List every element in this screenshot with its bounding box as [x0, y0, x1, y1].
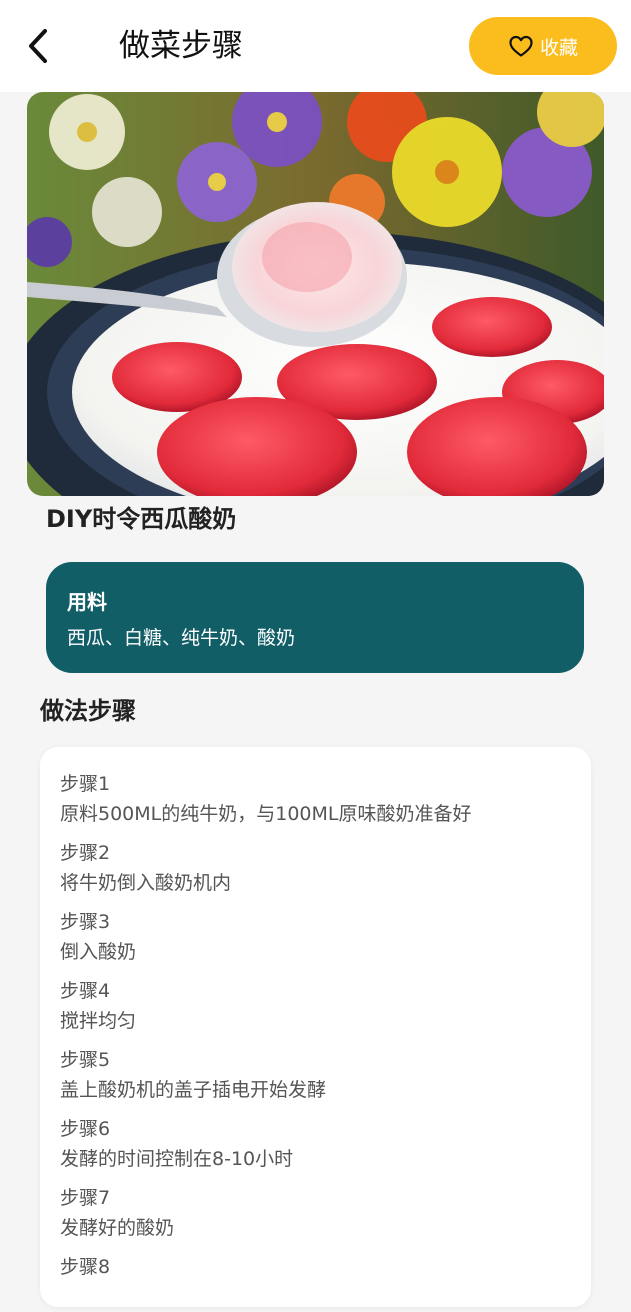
step-item: 步骤3 倒入酸奶: [60, 907, 580, 967]
favorite-label: 收藏: [539, 36, 578, 59]
step-label: 步骤2: [60, 842, 111, 864]
step-label: 步骤5: [60, 1049, 111, 1071]
steps-heading: 做法步骤: [40, 697, 136, 725]
step-text: 搅拌均匀: [60, 1010, 137, 1032]
back-button[interactable]: [18, 26, 58, 66]
step-text: 倒入酸奶: [60, 941, 137, 963]
step-label: 步骤8: [60, 1256, 111, 1278]
step-label: 步骤6: [60, 1118, 111, 1140]
heart-icon: [509, 35, 533, 57]
page-title: 做菜步骤: [119, 28, 243, 64]
step-text: 发酵的时间控制在8-10小时: [60, 1148, 294, 1170]
step-label: 步骤7: [60, 1187, 111, 1209]
recipe-photo: [27, 92, 604, 496]
step-text: 将牛奶倒入酸奶机内: [60, 872, 232, 894]
step-text: 盖上酸奶机的盖子插电开始发酵: [60, 1079, 327, 1101]
step-item: 步骤4 搅拌均匀: [60, 976, 580, 1036]
favorite-button[interactable]: 收藏: [469, 17, 617, 75]
step-label: 步骤4: [60, 980, 111, 1002]
step-item: 步骤8: [60, 1252, 580, 1312]
step-text: 原料500ML的纯牛奶，与100ML原味酸奶准备好: [60, 803, 472, 825]
ingredients-list: 西瓜、白糖、纯牛奶、酸奶: [67, 627, 296, 649]
step-label: 步骤3: [60, 911, 111, 933]
ingredients-card: 用料 西瓜、白糖、纯牛奶、酸奶: [46, 562, 584, 673]
dish-name: DIY时令西瓜酸奶: [46, 505, 237, 533]
steps-card: 步骤1 原料500ML的纯牛奶，与100ML原味酸奶准备好 步骤2 将牛奶倒入酸…: [40, 747, 591, 1307]
step-text: 发酵好的酸奶: [60, 1217, 175, 1239]
step-item: 步骤2 将牛奶倒入酸奶机内: [60, 838, 580, 898]
step-text: [60, 1282, 580, 1312]
step-item: 步骤1 原料500ML的纯牛奶，与100ML原味酸奶准备好: [60, 769, 580, 829]
step-label: 步骤1: [60, 773, 111, 795]
top-bar: 做菜步骤 收藏: [0, 0, 631, 92]
yogurt-with-watermelon-photo: [27, 92, 604, 496]
step-item: 步骤6 发酵的时间控制在8-10小时: [60, 1114, 580, 1174]
chevron-left-icon: [29, 29, 47, 63]
step-item: 步骤5 盖上酸奶机的盖子插电开始发酵: [60, 1045, 580, 1105]
step-item: 步骤7 发酵好的酸奶: [60, 1183, 580, 1243]
ingredients-title: 用料: [67, 590, 107, 614]
